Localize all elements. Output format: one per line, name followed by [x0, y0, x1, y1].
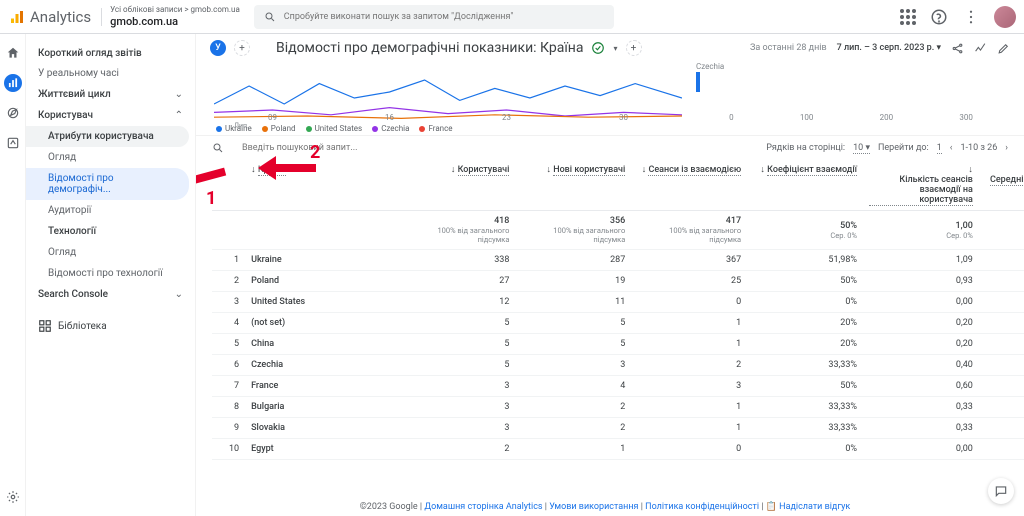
apps-icon[interactable] [900, 9, 916, 25]
search-icon [212, 142, 224, 154]
global-search[interactable] [254, 5, 614, 29]
reports-sidebar: Короткий огляд звітів У реальному часі Ж… [26, 34, 196, 516]
goto-page-input[interactable]: 1 [937, 143, 942, 154]
help-icon[interactable] [930, 8, 948, 26]
table-row[interactable]: 4(not set)55120%0,201 хв 02 с [212, 313, 1024, 334]
search-input[interactable] [284, 12, 604, 22]
table-row[interactable]: 7France34350%0,600 хв 19 с [212, 376, 1024, 397]
sidebar-item-audiences[interactable]: Аудиторії [26, 200, 195, 221]
rail-admin-icon[interactable] [4, 488, 22, 506]
table-row[interactable]: 2Poland27192550%0,932 хв 06 с [212, 271, 1024, 292]
edit-icon[interactable] [997, 42, 1010, 55]
footer-link-privacy[interactable]: Політика конфіденційності [645, 502, 759, 512]
sidebar-item-realtime[interactable]: У реальному часі [26, 63, 195, 84]
footer: ©2023 Google | Домашня сторінка Analytic… [196, 502, 1014, 512]
table-row[interactable]: 10Egypt2100%0,000 хв 35 с [212, 439, 1024, 460]
page-title: Відомості про демографічні показники: Кр… [276, 40, 583, 56]
table-row[interactable]: 1Ukraine33828736751,98%1,092 хв 04 с [212, 250, 1024, 271]
bar-chart: Czechia 0100200300 [696, 62, 1006, 122]
customize-button[interactable]: + [626, 40, 642, 56]
rail-home-icon[interactable] [4, 44, 22, 62]
footer-link-terms[interactable]: Умови використання [549, 502, 638, 512]
table-row[interactable]: 8Bulgaria32133,33%0,330 хв 10 с [212, 397, 1024, 418]
date-range-picker[interactable]: 7 лип. – 3 серп. 2023 р. ▾ [837, 43, 941, 53]
line-chart: 09162330 Лип. [214, 62, 682, 122]
brand-label: Analytics [30, 8, 102, 26]
sidebar-item-tech-overview[interactable]: Огляд [26, 242, 195, 263]
sidebar-item-search-console[interactable]: Search Console⌄ [26, 284, 195, 305]
library-icon [38, 319, 52, 333]
feedback-chat-button[interactable] [988, 478, 1014, 504]
sidebar-item-user[interactable]: Користувач⌃ [26, 105, 195, 126]
sidebar-item-lifecycle[interactable]: Життєвий цикл⌄ [26, 84, 195, 105]
rail-explore-icon[interactable] [4, 104, 22, 122]
table-row[interactable]: 5China55120%0,200 хв 00 с [212, 334, 1024, 355]
add-comparison-button[interactable]: + [234, 40, 250, 56]
next-page-button[interactable]: › [1005, 143, 1008, 153]
kebab-icon[interactable] [962, 8, 980, 26]
chevron-down-icon: ⌄ [175, 289, 183, 300]
rail-ads-icon[interactable] [4, 134, 22, 152]
table-row[interactable]: 3United States121100%0,000 хв 03 с [212, 292, 1024, 313]
user-chip[interactable]: У [210, 40, 226, 56]
avatar[interactable] [994, 6, 1016, 28]
chevron-up-icon: ⌃ [175, 110, 183, 121]
annotation-1: 1 [206, 188, 216, 209]
footer-link-feedback[interactable]: Надіслати відгук [779, 502, 850, 512]
chevron-down-icon: ⌄ [175, 89, 183, 100]
table-row[interactable]: 9Slovakia32133,33%0,331 хв 10 с [212, 418, 1024, 439]
prev-page-button[interactable]: ‹ [950, 143, 953, 153]
analytics-logo-icon [8, 8, 26, 26]
verified-icon [591, 41, 605, 55]
sidebar-item-tech-details[interactable]: Відомості про технології [26, 263, 195, 284]
account-switcher[interactable]: Усі облікові записи > gmob.com.ua gmob.c… [110, 5, 240, 28]
sidebar-item-demographics[interactable]: Відомості про демографіч... [26, 168, 189, 200]
footer-link-home[interactable]: Домашня сторінка Analytics [424, 502, 542, 512]
dropdown-caret-icon[interactable]: ▾ [613, 44, 617, 53]
sidebar-item-library[interactable]: Бібліотека [26, 313, 195, 339]
share-icon[interactable] [951, 42, 964, 55]
rows-per-page-select[interactable]: 10 ▾ [853, 143, 870, 154]
annotation-2: 2 [310, 142, 320, 163]
sidebar-item-overview[interactable]: Огляд [26, 147, 195, 168]
chart-legend: UkrainePolandUnited StatesCzechiaFrance [196, 122, 1024, 135]
table-row[interactable]: 6Czechia53233,33%0,400 хв 11 с [212, 355, 1024, 376]
rail-reports-icon[interactable] [4, 74, 22, 92]
search-icon [264, 11, 276, 23]
insights-icon[interactable] [974, 42, 987, 55]
sidebar-item-tech[interactable]: Технології [26, 221, 189, 242]
sidebar-item-user-attributes[interactable]: Атрибути користувача [26, 126, 189, 147]
data-table: ↓ Країна ▾↓ Користувачі↓ Нові користувач… [196, 160, 1024, 516]
